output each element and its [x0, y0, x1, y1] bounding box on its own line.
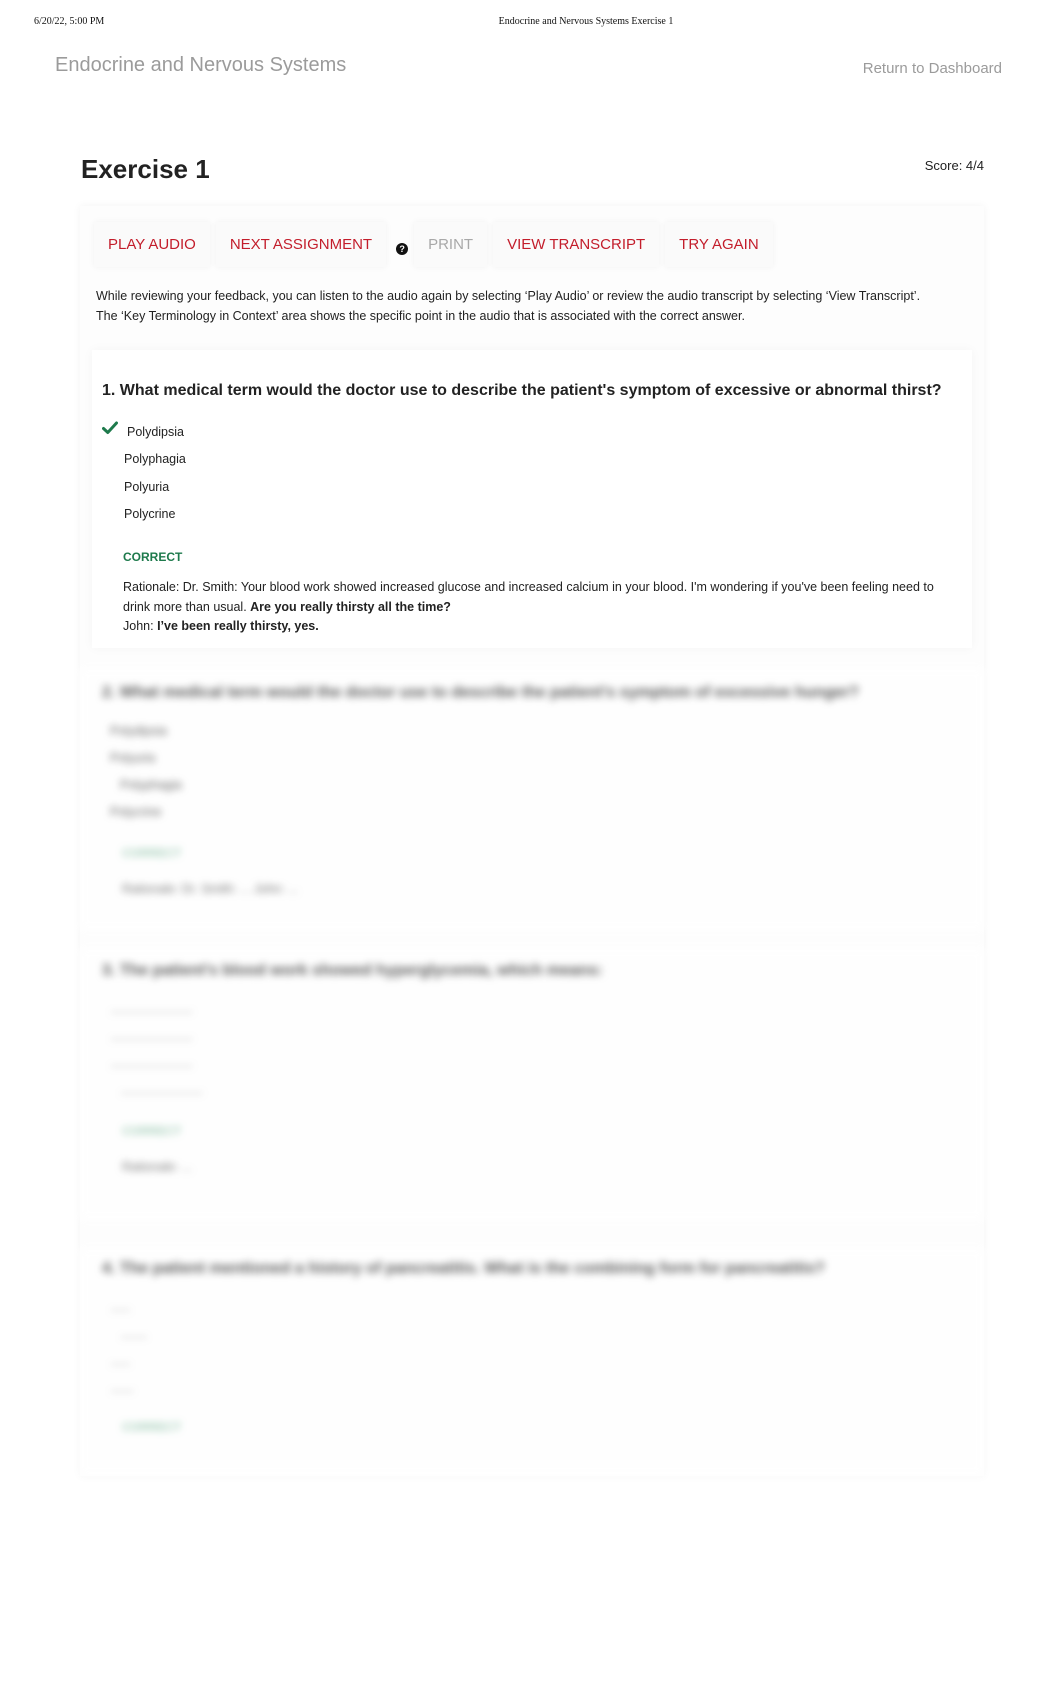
check-icon [102, 421, 118, 434]
blurred-option: Polycrine [110, 805, 162, 819]
blurred-option: ........................ [110, 1056, 194, 1070]
option-label: Polydipsia [127, 424, 184, 439]
blurred-option: ........ [120, 1327, 148, 1341]
blurred-question-title: 2. What medical term would the doctor us… [102, 684, 859, 701]
blurred-rationale: Rationale: ... [122, 1160, 193, 1174]
question-title: 1. What medical term would the doctor us… [102, 382, 942, 399]
blurred-option: ........................ [110, 1002, 194, 1016]
blurred-option: Polyphagia [120, 778, 182, 792]
option-label: Polycrine [124, 507, 176, 522]
return-to-dashboard-link[interactable]: Return to Dashboard [863, 60, 1002, 77]
print-page-title: Endocrine and Nervous Systems Exercise 1 [498, 16, 674, 27]
app-header: Endocrine and Nervous Systems Return to … [0, 52, 1062, 88]
app-title: Endocrine and Nervous Systems [55, 54, 347, 76]
score: Score: 4/4 [924, 158, 984, 173]
blurred-option: ........................ [110, 1029, 194, 1043]
blurred-question-title: 4. The patient mentioned a history of pa… [102, 1260, 825, 1277]
toolbar: PLAY AUDIO NEXT ASSIGNMENT ? PRINT VIEW … [94, 220, 779, 268]
blurred-option: ...... [110, 1300, 131, 1314]
blurred-option: Polyuria [110, 751, 156, 765]
question-card: 1. What medical term would the doctor us… [92, 350, 972, 648]
rationale-speaker: John: [123, 619, 158, 633]
answer-option[interactable]: Polyuria [102, 473, 186, 501]
try-again-button[interactable]: TRY AGAIN [665, 221, 773, 267]
answer-option[interactable]: Polycrine [102, 501, 186, 529]
exercise-title: Exercise 1 [81, 154, 210, 184]
blurred-question-card: 3. The patient's blood work showed hyper… [80, 948, 984, 1220]
next-assignment-button[interactable]: NEXT ASSIGNMENT [215, 221, 387, 267]
print-button[interactable]: PRINT [414, 221, 488, 267]
blurred-question-title: 3. The patient's blood work showed hyper… [102, 962, 603, 979]
rationale-key-phrase: Are you really thirsty all the time? [250, 599, 451, 614]
blurred-option: Polydipsia [110, 724, 167, 738]
blurred-option: ........................ [120, 1083, 204, 1097]
blurred-result: CORRECT [122, 1420, 182, 1434]
blurred-option: ....... [110, 1381, 135, 1395]
intro-text: While reviewing your feedback, you can l… [96, 286, 976, 326]
blurred-result: CORRECT [122, 846, 182, 860]
result-badge: CORRECT [123, 550, 183, 564]
answer-options: Polydipsia Polyphagia Polyuria Polycrine [102, 418, 186, 528]
answer-option[interactable]: Polyphagia [102, 446, 186, 474]
print-header: 6/20/22, 5:00 PM Endocrine and Nervous S… [0, 16, 1062, 30]
blurred-question-card: 4. The patient mentioned a history of pa… [80, 1248, 984, 1476]
rationale-key-phrase: I’ve been really thirsty, yes. [157, 619, 319, 633]
blurred-rationale: Rationale: Dr. Smith: ... John: ... [122, 882, 299, 896]
option-label: Polyuria [124, 479, 170, 494]
blurred-result: CORRECT [122, 1124, 182, 1138]
intro-line-2: The ‘Key Terminology in Context’ area sh… [96, 309, 745, 323]
rationale-text: Rationale: Dr. Smith: Your blood work sh… [123, 580, 934, 614]
blurred-question-card: 2. What medical term would the doctor us… [80, 668, 984, 930]
option-label: Polyphagia [124, 452, 186, 467]
view-transcript-button[interactable]: VIEW TRANSCRIPT [493, 221, 660, 267]
help-icon[interactable]: ? [396, 243, 409, 255]
answer-option[interactable]: Polydipsia [102, 418, 186, 446]
play-audio-button[interactable]: PLAY AUDIO [94, 221, 210, 267]
blurred-option: ...... [110, 1354, 131, 1368]
intro-line-1: While reviewing your feedback, you can l… [96, 289, 921, 303]
rationale: Rationale: Dr. Smith: Your blood work sh… [123, 578, 943, 637]
